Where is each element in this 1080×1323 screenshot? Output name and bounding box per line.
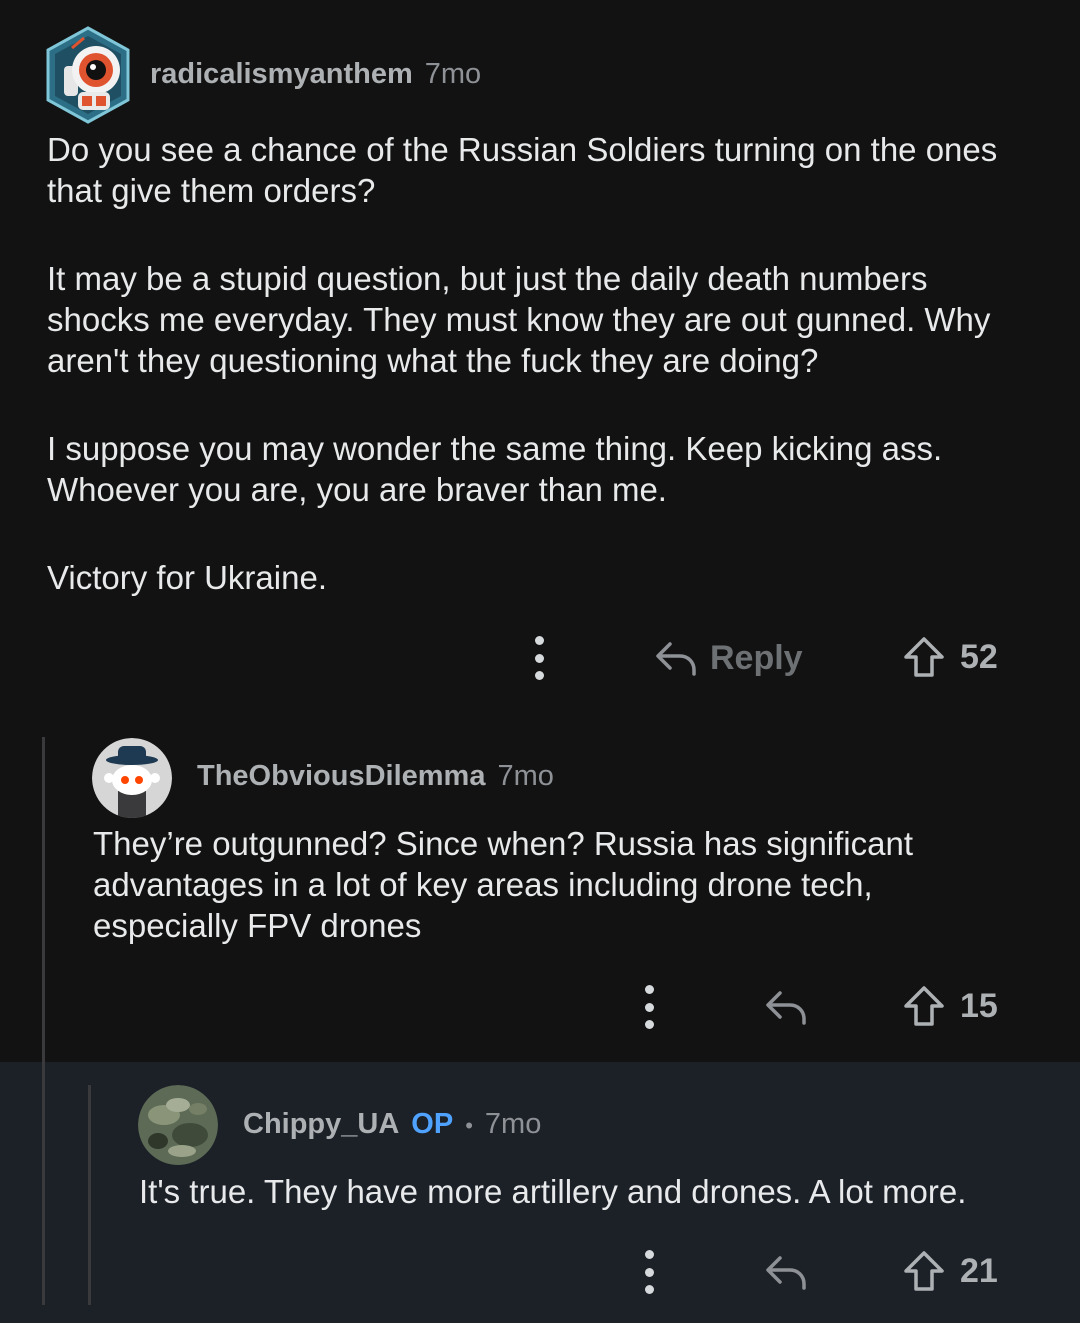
- avatar[interactable]: [44, 26, 132, 124]
- comment-paragraph: It may be a stupid question, but just th…: [47, 260, 991, 379]
- avatar[interactable]: [138, 1085, 218, 1165]
- dot-icon: [534, 653, 544, 663]
- vote-count: 15: [960, 986, 998, 1025]
- avatar[interactable]: [92, 738, 172, 818]
- dot-icon: [644, 1285, 654, 1294]
- more-options-button[interactable]: [639, 985, 659, 1029]
- comment-header: TheObviousDilemma 7mo: [197, 760, 554, 793]
- separator-dot: •: [465, 1113, 473, 1138]
- comment-header: Chippy_UA OP • 7mo: [243, 1108, 541, 1141]
- camouflage-photo-avatar-icon: [138, 1085, 218, 1165]
- dot-icon: [534, 636, 544, 645]
- comment-body: They’re outgunned? Since when? Russia ha…: [93, 823, 993, 946]
- reply-arrow-icon: [656, 642, 696, 676]
- reply-arrow-icon: [766, 991, 806, 1025]
- reply-button[interactable]: Reply: [654, 636, 803, 680]
- dot-icon: [644, 1250, 654, 1259]
- op-badge: OP: [411, 1108, 454, 1140]
- timestamp: 7mo: [424, 58, 482, 90]
- dot-icon: [644, 1267, 654, 1277]
- vote-count: 21: [960, 1251, 998, 1290]
- reply-arrow-icon: [766, 1256, 806, 1290]
- robot-avatar-icon: [46, 26, 130, 124]
- thread-line-level-2[interactable]: [88, 1085, 91, 1305]
- timestamp: 7mo: [484, 1108, 542, 1140]
- comment-body: Do you see a chance of the Russian Soldi…: [47, 129, 1037, 598]
- upvote-arrow-icon: [904, 637, 944, 677]
- upvote-arrow-icon: [904, 1251, 944, 1291]
- dot-icon: [534, 671, 544, 680]
- comment-paragraph: Victory for Ukraine.: [47, 559, 327, 596]
- vote-count: 52: [960, 637, 998, 676]
- thread-line-level-1[interactable]: [42, 737, 45, 1305]
- dot-icon: [644, 1020, 654, 1029]
- upvote-arrow-icon: [904, 986, 944, 1026]
- snoo-avatar-icon: [92, 738, 172, 818]
- comment-paragraph: Do you see a chance of the Russian Soldi…: [47, 131, 998, 209]
- username[interactable]: Chippy_UA: [243, 1108, 399, 1141]
- comment-header: radicalismyanthem 7mo: [150, 58, 481, 91]
- upvote-button[interactable]: 15: [902, 983, 998, 1029]
- timestamp: 7mo: [497, 760, 554, 792]
- comment-paragraph: They’re outgunned? Since when? Russia ha…: [93, 825, 914, 944]
- dot-icon: [644, 985, 654, 994]
- reply-label: Reply: [710, 638, 803, 677]
- more-options-button[interactable]: [529, 636, 549, 680]
- username[interactable]: TheObviousDilemma: [197, 760, 485, 793]
- comment-paragraph: I suppose you may wonder the same thing.…: [47, 430, 943, 508]
- reply-button[interactable]: [764, 985, 808, 1029]
- comment-body: It's true. They have more artillery and …: [139, 1171, 1049, 1212]
- comment-paragraph: It's true. They have more artillery and …: [139, 1173, 967, 1210]
- reply-button[interactable]: [764, 1250, 808, 1294]
- upvote-button[interactable]: 52: [902, 634, 998, 680]
- upvote-button[interactable]: 21: [902, 1248, 998, 1294]
- more-options-button[interactable]: [639, 1250, 659, 1294]
- dot-icon: [644, 1002, 654, 1012]
- username[interactable]: radicalismyanthem: [150, 58, 413, 91]
